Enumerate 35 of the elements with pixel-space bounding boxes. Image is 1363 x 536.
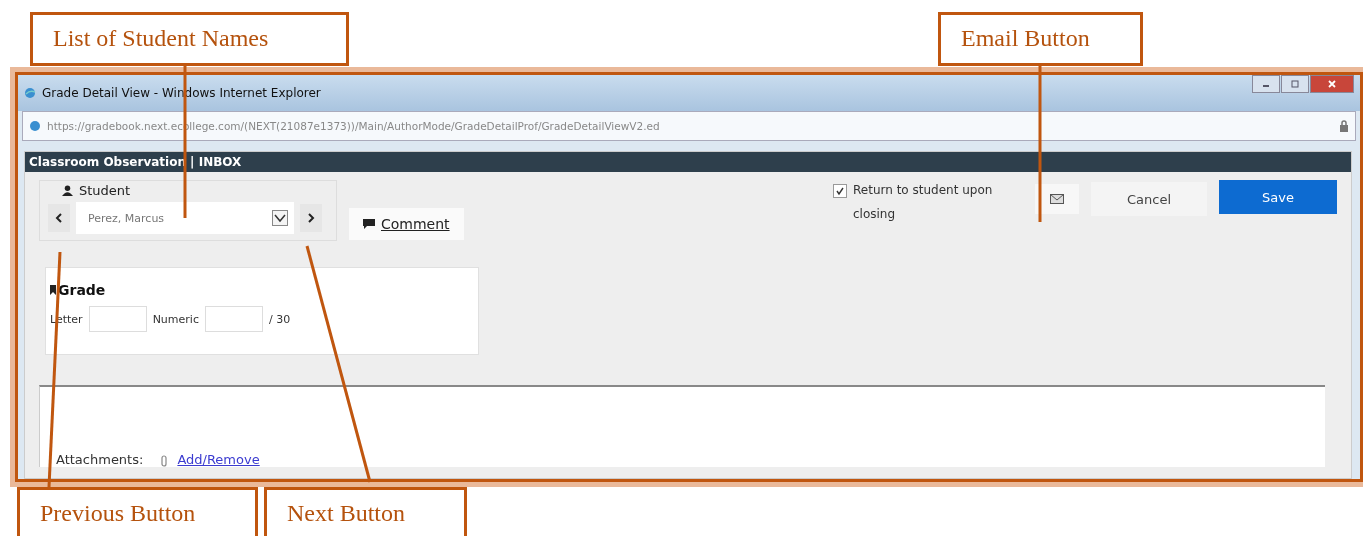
cancel-button[interactable]: Cancel — [1091, 182, 1207, 216]
comment-button[interactable]: Comment — [349, 208, 464, 240]
callout-label: List of Student Names — [30, 12, 349, 66]
speech-bubble-icon — [363, 219, 375, 229]
close-icon — [1327, 79, 1337, 89]
lock-icon — [1339, 120, 1349, 132]
numeric-label: Numeric — [152, 312, 199, 326]
envelope-icon — [1050, 194, 1064, 204]
person-icon — [62, 185, 73, 196]
email-button[interactable] — [1035, 184, 1079, 214]
browser-icon — [24, 87, 36, 99]
chevron-right-icon — [307, 213, 315, 223]
numeric-field[interactable] — [204, 306, 263, 332]
close-button[interactable] — [1310, 75, 1354, 93]
checkbox[interactable] — [833, 184, 847, 198]
add-remove-link[interactable]: Add/Remove — [177, 452, 260, 467]
student-label: Student — [79, 183, 131, 198]
attachments-label: Attachments: — [56, 452, 144, 467]
chevron-left-icon — [55, 213, 63, 223]
browser-icon — [29, 120, 41, 132]
bookmark-icon — [50, 285, 56, 295]
letter-field[interactable] — [88, 306, 147, 332]
student-dropdown[interactable]: Perez, Marcus — [76, 202, 294, 234]
return-option-label: Return to student upon closing — [853, 182, 994, 223]
maximize-icon — [1290, 79, 1300, 89]
page-header: Classroom Observation | INBOX — [25, 152, 1351, 172]
minimize-button[interactable] — [1252, 75, 1280, 93]
save-button[interactable]: Save — [1219, 180, 1337, 214]
next-button[interactable] — [300, 204, 322, 232]
callout-label: Previous Button — [17, 487, 258, 536]
maximize-button[interactable] — [1281, 75, 1309, 93]
callout-label: Email Button — [938, 12, 1143, 66]
previous-button[interactable] — [48, 204, 70, 232]
max-points: / 30 — [268, 312, 291, 326]
callout-label: Next Button — [264, 487, 467, 536]
